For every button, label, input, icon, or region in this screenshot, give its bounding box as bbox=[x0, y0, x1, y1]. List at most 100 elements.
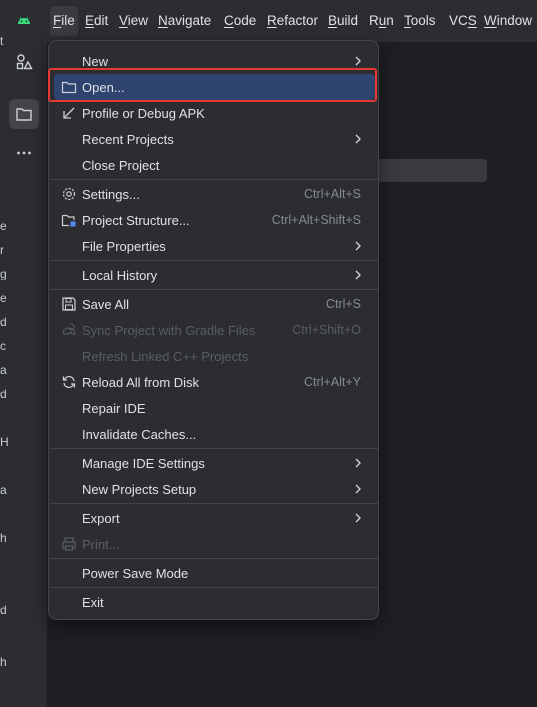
shortcut-label: Ctrl+Alt+Shift+S bbox=[271, 213, 361, 227]
menu-separator bbox=[50, 587, 379, 588]
chevron-right-icon bbox=[355, 56, 361, 66]
clipped-text: c bbox=[0, 340, 6, 352]
chevron-right-icon bbox=[355, 241, 361, 251]
clipped-text: h bbox=[0, 656, 7, 668]
menu-separator bbox=[50, 289, 379, 290]
menu-item-local-history[interactable]: Local History bbox=[54, 262, 375, 288]
file-menu-dropdown: New Open... Profile or Debug APK Recent … bbox=[48, 40, 379, 620]
clipped-text: a bbox=[0, 484, 7, 496]
menu-window[interactable]: Window bbox=[481, 6, 535, 36]
shortcut-label: Ctrl+S bbox=[325, 297, 361, 311]
chevron-right-icon bbox=[355, 458, 361, 468]
menu-view[interactable]: View bbox=[116, 6, 151, 36]
menu-item-export[interactable]: Export bbox=[54, 505, 375, 531]
more-horizontal-icon bbox=[17, 151, 31, 155]
menu-item-label: Print... bbox=[82, 536, 120, 552]
menu-file[interactable]: File bbox=[50, 6, 78, 36]
menu-item-invalidate-caches[interactable]: Invalidate Caches... bbox=[54, 421, 375, 447]
menu-item-repair-ide[interactable]: Repair IDE bbox=[54, 395, 375, 421]
project-tool-button[interactable] bbox=[9, 99, 39, 129]
chevron-right-icon bbox=[355, 270, 361, 280]
menu-separator bbox=[50, 260, 379, 261]
menu-item-label: Manage IDE Settings bbox=[82, 455, 205, 471]
menu-item-label: Repair IDE bbox=[82, 400, 146, 416]
menu-item-label: Recent Projects bbox=[82, 131, 174, 147]
menu-item-settings[interactable]: Settings... Ctrl+Alt+S bbox=[54, 181, 375, 207]
clipped-text: e bbox=[0, 220, 7, 232]
menu-item-label: Export bbox=[82, 510, 120, 526]
menu-item-label: Save All bbox=[82, 296, 129, 312]
menu-navigate[interactable]: Navigate bbox=[155, 6, 214, 36]
menu-item-label: Local History bbox=[82, 267, 158, 283]
menu-item-label: New Projects Setup bbox=[82, 481, 197, 497]
clipped-text: a bbox=[0, 364, 7, 376]
folder-icon bbox=[16, 108, 32, 121]
menu-item-label: Refresh Linked C++ Projects bbox=[82, 348, 249, 364]
menu-vcs[interactable]: VCS bbox=[446, 6, 480, 36]
resource-manager-button[interactable] bbox=[9, 47, 39, 77]
gear-icon bbox=[62, 187, 76, 201]
save-icon bbox=[62, 297, 76, 311]
project-structure-icon bbox=[61, 214, 76, 227]
menu-tools[interactable]: Tools bbox=[401, 6, 439, 36]
shapes-icon bbox=[16, 54, 33, 70]
menu-item-close-project[interactable]: Close Project bbox=[54, 152, 375, 178]
menu-item-label: Project Structure... bbox=[82, 212, 190, 228]
menu-item-label: Power Save Mode bbox=[82, 565, 189, 581]
menu-item-label: Invalidate Caches... bbox=[82, 426, 197, 442]
menu-refactor[interactable]: Refactor bbox=[264, 6, 321, 36]
reload-icon bbox=[62, 375, 76, 389]
menu-item-print[interactable]: Print... bbox=[54, 531, 375, 557]
menu-code[interactable]: Code bbox=[221, 6, 259, 36]
menu-item-new-projects-setup[interactable]: New Projects Setup bbox=[54, 476, 375, 502]
shortcut-label: Ctrl+Alt+Y bbox=[304, 375, 361, 389]
menu-separator bbox=[50, 503, 379, 504]
menu-item-file-properties[interactable]: File Properties bbox=[54, 233, 375, 259]
android-studio-logo bbox=[18, 17, 30, 24]
menu-item-label: File Properties bbox=[82, 238, 166, 254]
menu-item-manage-ide-settings[interactable]: Manage IDE Settings bbox=[54, 450, 375, 476]
menu-item-exit[interactable]: Exit bbox=[54, 589, 375, 615]
main-menu-bar: File Edit View Navigate Code Refactor Bu… bbox=[0, 0, 537, 42]
shortcut-label: Ctrl+Shift+O bbox=[292, 323, 361, 337]
chevron-right-icon bbox=[355, 513, 361, 523]
menu-edit[interactable]: Edit bbox=[82, 6, 111, 36]
menu-separator bbox=[50, 448, 379, 449]
menu-item-label: New bbox=[82, 53, 109, 69]
menu-item-save-all[interactable]: Save All Ctrl+S bbox=[54, 291, 375, 317]
menu-item-label: Settings... bbox=[82, 186, 140, 202]
arrow-down-left-icon bbox=[63, 107, 75, 119]
shortcut-label: Ctrl+Alt+S bbox=[304, 187, 361, 201]
clipped-text: d bbox=[0, 316, 7, 328]
menu-separator bbox=[50, 558, 379, 559]
annotation-highlight-box bbox=[48, 68, 377, 102]
menu-item-label: Profile or Debug APK bbox=[82, 105, 205, 121]
clipped-text: d bbox=[0, 388, 7, 400]
menu-run[interactable]: Run bbox=[366, 6, 397, 36]
menu-item-profile-debug-apk[interactable]: Profile or Debug APK bbox=[54, 100, 375, 126]
menu-item-label: Sync Project with Gradle Files bbox=[82, 322, 256, 338]
menu-item-reload-from-disk[interactable]: Reload All from Disk Ctrl+Alt+Y bbox=[54, 369, 375, 395]
menu-item-label: Close Project bbox=[82, 157, 160, 173]
menu-item-refresh-cpp[interactable]: Refresh Linked C++ Projects bbox=[54, 343, 375, 369]
clipped-text: g bbox=[0, 268, 7, 280]
clipped-text: h bbox=[0, 532, 7, 544]
menu-item-power-save-mode[interactable]: Power Save Mode bbox=[54, 560, 375, 586]
printer-icon bbox=[62, 537, 76, 551]
clipped-text: H bbox=[0, 436, 8, 448]
menu-build[interactable]: Build bbox=[325, 6, 361, 36]
clipped-text: d bbox=[0, 604, 7, 616]
menu-item-label: Reload All from Disk bbox=[82, 374, 200, 390]
menu-item-label: Exit bbox=[82, 594, 104, 610]
clipped-text: t bbox=[0, 35, 4, 47]
clipped-text: r bbox=[0, 244, 4, 256]
project-tree-selection[interactable] bbox=[378, 159, 487, 182]
chevron-right-icon bbox=[355, 484, 361, 494]
menu-item-recent-projects[interactable]: Recent Projects bbox=[54, 126, 375, 152]
more-tools-button[interactable] bbox=[9, 138, 39, 168]
menu-separator bbox=[50, 179, 379, 180]
menu-item-project-structure[interactable]: Project Structure... Ctrl+Alt+Shift+S bbox=[54, 207, 375, 233]
chevron-right-icon bbox=[355, 134, 361, 144]
menu-item-sync-gradle[interactable]: Sync Project with Gradle Files Ctrl+Shif… bbox=[54, 317, 375, 343]
clipped-text: e bbox=[0, 292, 7, 304]
